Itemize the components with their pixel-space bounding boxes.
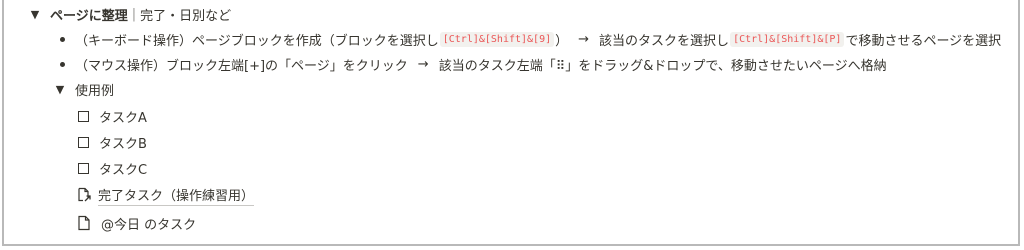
arrow-glyph: → xyxy=(578,31,590,47)
section-subtitle: 完了・日別など xyxy=(140,8,232,24)
todo-label: タスクA xyxy=(99,110,147,126)
todo-item[interactable]: タスクA xyxy=(78,107,147,126)
toggle-example-row[interactable]: ▼ 使用例 xyxy=(53,80,115,99)
toggle-arrow-icon[interactable]: ▼ xyxy=(28,8,42,21)
checkbox[interactable] xyxy=(78,110,89,122)
bullet-item-keyboard[interactable]: （キーボード操作）ページブロックを作成（ブロックを選択し [Ctrl]&[Shi… xyxy=(60,30,1002,49)
bullet-text-part: ） xyxy=(555,33,569,49)
bullet-text-part: で移動させるページを選択 xyxy=(845,33,1002,49)
todo-item[interactable]: タスクB xyxy=(78,133,147,152)
title-separator: | xyxy=(131,6,137,22)
example-label: 使用例 xyxy=(75,83,115,99)
arrow-glyph: → xyxy=(417,56,429,72)
todo-label: タスクB xyxy=(99,136,147,152)
page-link-label[interactable]: 完了タスク（操作練習用） xyxy=(98,185,255,206)
todo-label: タスクC xyxy=(99,162,148,178)
bullet-dot xyxy=(60,36,65,42)
bullet-item-mouse[interactable]: （マウス操作）ブロック左端[+]の「ページ」をクリック → 該当のタスク左端「⠿… xyxy=(60,55,887,74)
checkbox[interactable] xyxy=(78,136,89,148)
page-icon xyxy=(78,215,90,231)
page-link-row[interactable]: 完了タスク（操作練習用） xyxy=(76,185,255,206)
page-label[interactable]: @今日 のタスク xyxy=(101,214,196,233)
bullet-text-part: （キーボード操作）ページブロックを作成（ブロックを選択し xyxy=(75,33,439,49)
bullet-text-part: 該当のタスク左端「⠿」をドラッグ&ドロップで、移動させたいページへ格納 xyxy=(438,58,887,74)
todo-item[interactable]: タスクC xyxy=(78,159,148,178)
checkbox[interactable] xyxy=(78,162,89,174)
bullet-dot xyxy=(60,61,65,67)
toggle-header-row[interactable]: ▼ ページに整理 | 完了・日別など xyxy=(28,6,232,24)
page-link-icon xyxy=(78,187,91,202)
bullet-text-part: （マウス操作）ブロック左端[+]の「ページ」をクリック xyxy=(75,58,408,74)
section-title: ページに整理 xyxy=(50,8,128,24)
inline-code-shortcut: [Ctrl]&[Shift]&[9] xyxy=(439,31,555,47)
inline-code-shortcut: [Ctrl]&[Shift]&[P] xyxy=(730,31,845,47)
bullet-text-part: 該当のタスクを選択し xyxy=(599,33,730,49)
toggle-arrow-icon[interactable]: ▼ xyxy=(53,83,67,96)
page-row[interactable]: @今日 のタスク xyxy=(76,213,196,233)
